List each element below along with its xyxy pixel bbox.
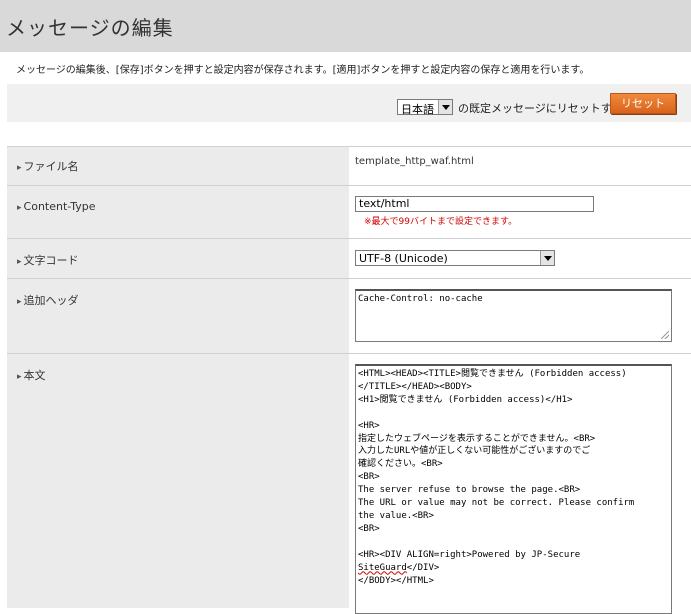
reset-label: の既定メッセージにリセットする	[458, 102, 623, 115]
body-line: The server refuse to browse the page.<BR…	[358, 485, 581, 496]
resize-grip-icon[interactable]	[661, 331, 669, 339]
page-description: メッセージの編集後、[保存]ボタンを押すと設定内容が保存されます。[適用]ボタン…	[16, 65, 590, 76]
chevron-down-icon[interactable]	[540, 251, 554, 265]
additional-header-value: Cache-Control: no-cache	[358, 294, 483, 304]
row-charset: 文字コード	[7, 239, 691, 278]
filename-label: ファイル名	[17, 158, 79, 174]
content-type-note: ※最大で99バイトまで設定できます。	[364, 217, 518, 227]
body-line: SiteGuard</DIV>	[358, 562, 440, 573]
chevron-down-icon[interactable]	[438, 100, 452, 114]
body-line: <BR>	[358, 472, 380, 483]
body-line: <BR>	[358, 523, 380, 534]
language-select-value: 日本語	[401, 103, 434, 116]
charset-select[interactable]: UTF-8 (Unicode)	[355, 250, 555, 266]
body-line: </BODY></HTML>	[358, 575, 434, 586]
body-line: 指定したウェブページを表示することができません。<BR>	[358, 433, 596, 444]
page-header: メッセージの編集	[0, 0, 691, 52]
content-type-input[interactable]: text/html	[355, 196, 594, 212]
content-type-label: Content-Type	[17, 200, 96, 213]
body-line: 確認ください。<BR>	[358, 459, 443, 470]
body-line: the value.<BR>	[358, 510, 434, 521]
body-textarea[interactable]: <HTML><HEAD><TITLE>閲覧できません (Forbidden ac…	[355, 364, 672, 614]
body-line: </TITLE></HEAD><BODY>	[358, 381, 472, 392]
spellcheck-underline: SiteGuard	[358, 562, 407, 573]
page-title: メッセージの編集	[6, 16, 174, 40]
additional-header-label: 追加ヘッダ	[17, 292, 79, 308]
charset-label: 文字コード	[17, 252, 79, 268]
body-line: The URL or value may not be correct. Ple…	[358, 498, 635, 509]
body-line	[358, 407, 669, 420]
row-content-type: Content-Type	[7, 186, 691, 238]
language-select[interactable]: 日本語	[397, 99, 453, 116]
charset-select-value: UTF-8 (Unicode)	[359, 252, 448, 265]
body-line: <HR><DIV ALIGN=right>Powered by JP-Secur…	[358, 549, 581, 560]
body-line: <H1>閲覧できません (Forbidden access)</H1>	[358, 394, 573, 405]
row-filename: ファイル名	[7, 147, 691, 185]
body-line: <HTML><HEAD><TITLE>閲覧できません (Forbidden ac…	[358, 369, 627, 379]
body-line: <HR>	[358, 420, 380, 431]
reset-bar: 日本語 の既定メッセージにリセットする リセット	[7, 84, 691, 122]
reset-button[interactable]: リセット	[610, 93, 676, 114]
body-line	[358, 536, 669, 549]
body-line: 入力したURLや値が正しくない可能性がございますのでご	[358, 446, 591, 457]
filename-value: template_http_waf.html	[355, 156, 474, 167]
body-label: 本文	[17, 367, 46, 383]
additional-header-textarea[interactable]: Cache-Control: no-cache	[355, 289, 672, 342]
